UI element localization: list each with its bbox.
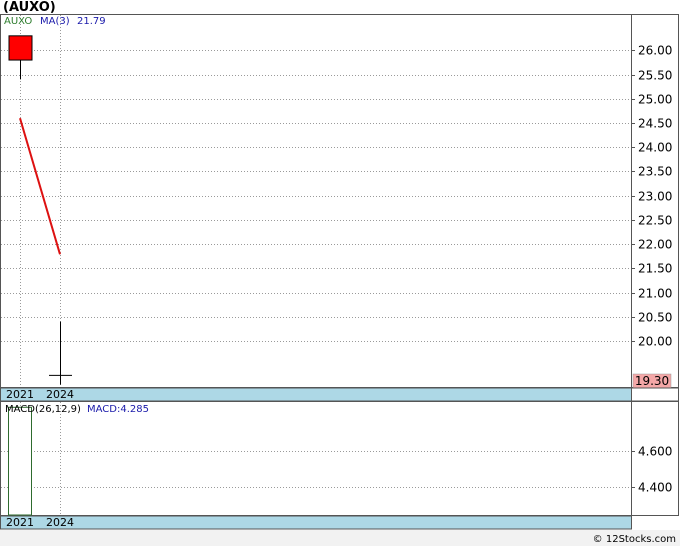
price-x-tick-label: 2024 xyxy=(46,388,74,401)
legend-ma-value: 21.79 xyxy=(77,16,106,27)
price-y-tick-label: 23.50 xyxy=(638,165,672,179)
price-y-tick-label: 25.50 xyxy=(638,69,672,83)
macd-axis-frame xyxy=(631,401,679,516)
price-y-tick-label: 21.50 xyxy=(638,262,672,276)
macd-panel: 4.400 4.600 MACD(26,12,9) MACD:4.285 xyxy=(0,401,679,516)
price-y-tick-label: 25.00 xyxy=(638,93,672,107)
price-y-tick-label: 22.00 xyxy=(638,238,672,252)
price-y-tick-label: 21.00 xyxy=(638,287,672,301)
chart-title: (AUXO) xyxy=(3,0,56,15)
candle-body xyxy=(8,35,33,61)
macd-panel-frame xyxy=(0,401,632,516)
macd-gridlines xyxy=(1,451,631,488)
price-y-tick-label: 22.50 xyxy=(638,214,672,228)
price-gridlines xyxy=(1,50,631,342)
footer-bar xyxy=(0,530,680,546)
price-y-tick-label: 20.00 xyxy=(638,335,672,349)
last-price-label: 19.30 xyxy=(635,374,669,388)
macd-x-axis-band xyxy=(0,515,632,530)
ma-line xyxy=(19,117,61,255)
price-x-axis-band-corner xyxy=(631,387,679,402)
macd-marks xyxy=(8,406,32,516)
stock-chart: (AUXO) 20.00 20.50 21.00 21.50 22.00 22.50 23.… xyxy=(0,0,680,546)
macd-y-tick-label: 4.400 xyxy=(638,481,672,495)
macd-legend-value: MACD:4.285 xyxy=(87,404,149,415)
price-x-axis-band xyxy=(0,387,632,402)
macd-x-tick-label: 2021 xyxy=(6,516,34,529)
price-y-tick-label: 20.50 xyxy=(638,311,672,325)
legend-symbol: AUXO xyxy=(4,16,32,27)
price-y-axis: 20.00 20.50 21.00 21.50 22.00 22.50 23.00 23.50… xyxy=(631,44,672,349)
price-y-tick-label: 24.00 xyxy=(638,141,672,155)
macd-legend-label: MACD(26,12,9) xyxy=(5,404,81,415)
price-panel: 20.00 20.50 21.00 21.50 22.00 22.50 23.00 23.50… xyxy=(0,14,679,389)
macd-y-tick-label: 4.600 xyxy=(638,445,672,459)
price-y-tick-label: 24.50 xyxy=(638,117,672,131)
price-y-tick-label: 23.00 xyxy=(638,190,672,204)
legend-ma-label: MA(3) xyxy=(40,16,70,27)
macd-y-axis: 4.400 4.600 xyxy=(631,445,672,495)
footer-credit: © 12Stocks.com xyxy=(593,534,676,545)
price-x-tick-label: 2021 xyxy=(6,388,34,401)
price-vertical-gridlines xyxy=(20,15,61,387)
price-y-tick-label: 26.00 xyxy=(638,44,672,58)
price-marks xyxy=(8,35,72,385)
price-panel-frame xyxy=(0,14,632,388)
macd-bar xyxy=(8,406,32,516)
macd-x-tick-label: 2024 xyxy=(46,516,74,529)
